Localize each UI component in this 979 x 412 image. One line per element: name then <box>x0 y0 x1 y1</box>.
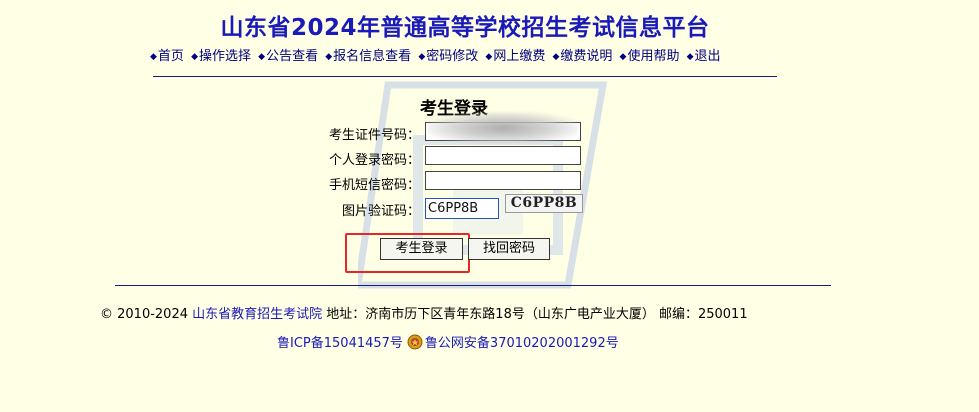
diamond-bullet-icon: ◆ <box>150 52 157 62</box>
diamond-bullet-icon: ◆ <box>258 52 266 62</box>
nav-item-help[interactable]: ◆使用帮助 <box>620 45 680 64</box>
institute-link[interactable]: 山东省教育招生考试院 <box>192 307 322 322</box>
copyright-text: © 2010-2024 <box>100 307 188 322</box>
sms-code-input[interactable] <box>425 171 581 190</box>
nav-item-change-password[interactable]: ◆密码修改 <box>418 45 478 64</box>
id-number-label: 考生证件号码： <box>328 128 420 143</box>
diamond-bullet-icon: ◆ <box>325 52 333 62</box>
page-title: 山东省2024年普通高等学校招生考试信息平台 <box>220 15 710 41</box>
recover-password-button[interactable]: 找回密码 <box>468 238 550 260</box>
diamond-bullet-icon: ◆ <box>485 52 493 62</box>
password-label: 个人登录密码： <box>328 153 420 168</box>
icp-link[interactable]: 鲁ICP备15041457号 <box>277 336 403 351</box>
divider-top <box>153 76 777 77</box>
nav-item-operation[interactable]: ◆操作选择 <box>191 45 251 64</box>
footer-info: © 2010-2024 山东省教育招生考试院 地址：济南市历下区青年东路18号（… <box>100 303 748 322</box>
captcha-input[interactable] <box>425 198 499 219</box>
police-badge-icon <box>407 334 423 350</box>
diamond-bullet-icon: ◆ <box>552 52 560 62</box>
captcha-image[interactable]: C6PP8B <box>505 194 583 213</box>
nav-item-notices[interactable]: ◆公告查看 <box>258 45 318 64</box>
nav-item-logout[interactable]: ◆退出 <box>687 45 721 64</box>
address-text: 地址：济南市历下区青年东路18号（山东广电产业大厦） 邮编：250011 <box>326 307 748 322</box>
sms-code-label: 手机短信密码： <box>328 178 420 193</box>
page: 山东省2024年普通高等学校招生考试信息平台 ◆首页 ◆操作选择 ◆公告查看 ◆… <box>0 0 979 412</box>
diamond-bullet-icon: ◆ <box>191 52 198 62</box>
diamond-bullet-icon: ◆ <box>418 52 426 62</box>
nav-item-payment-info[interactable]: ◆缴费说明 <box>552 45 612 64</box>
password-input[interactable] <box>425 146 581 165</box>
nav-item-home[interactable]: ◆首页 <box>150 45 184 64</box>
top-nav: ◆首页 ◆操作选择 ◆公告查看 ◆报名信息查看 ◆密码修改 ◆网上缴费 ◆缴费说… <box>150 45 790 64</box>
nav-item-online-payment[interactable]: ◆网上缴费 <box>485 45 545 64</box>
diamond-bullet-icon: ◆ <box>619 52 627 62</box>
captcha-label: 图片验证码： <box>341 204 420 219</box>
login-button[interactable]: 考生登录 <box>380 238 463 260</box>
diamond-bullet-icon: ◆ <box>686 52 694 62</box>
nav-item-registration-info[interactable]: ◆报名信息查看 <box>325 45 411 64</box>
divider-bottom <box>115 285 831 286</box>
footer-records: 鲁ICP备15041457号 鲁公网安备37010202001292号 <box>277 332 619 351</box>
police-record-link[interactable]: 鲁公网安备37010202001292号 <box>425 336 619 351</box>
blurred-id-value <box>428 112 578 144</box>
